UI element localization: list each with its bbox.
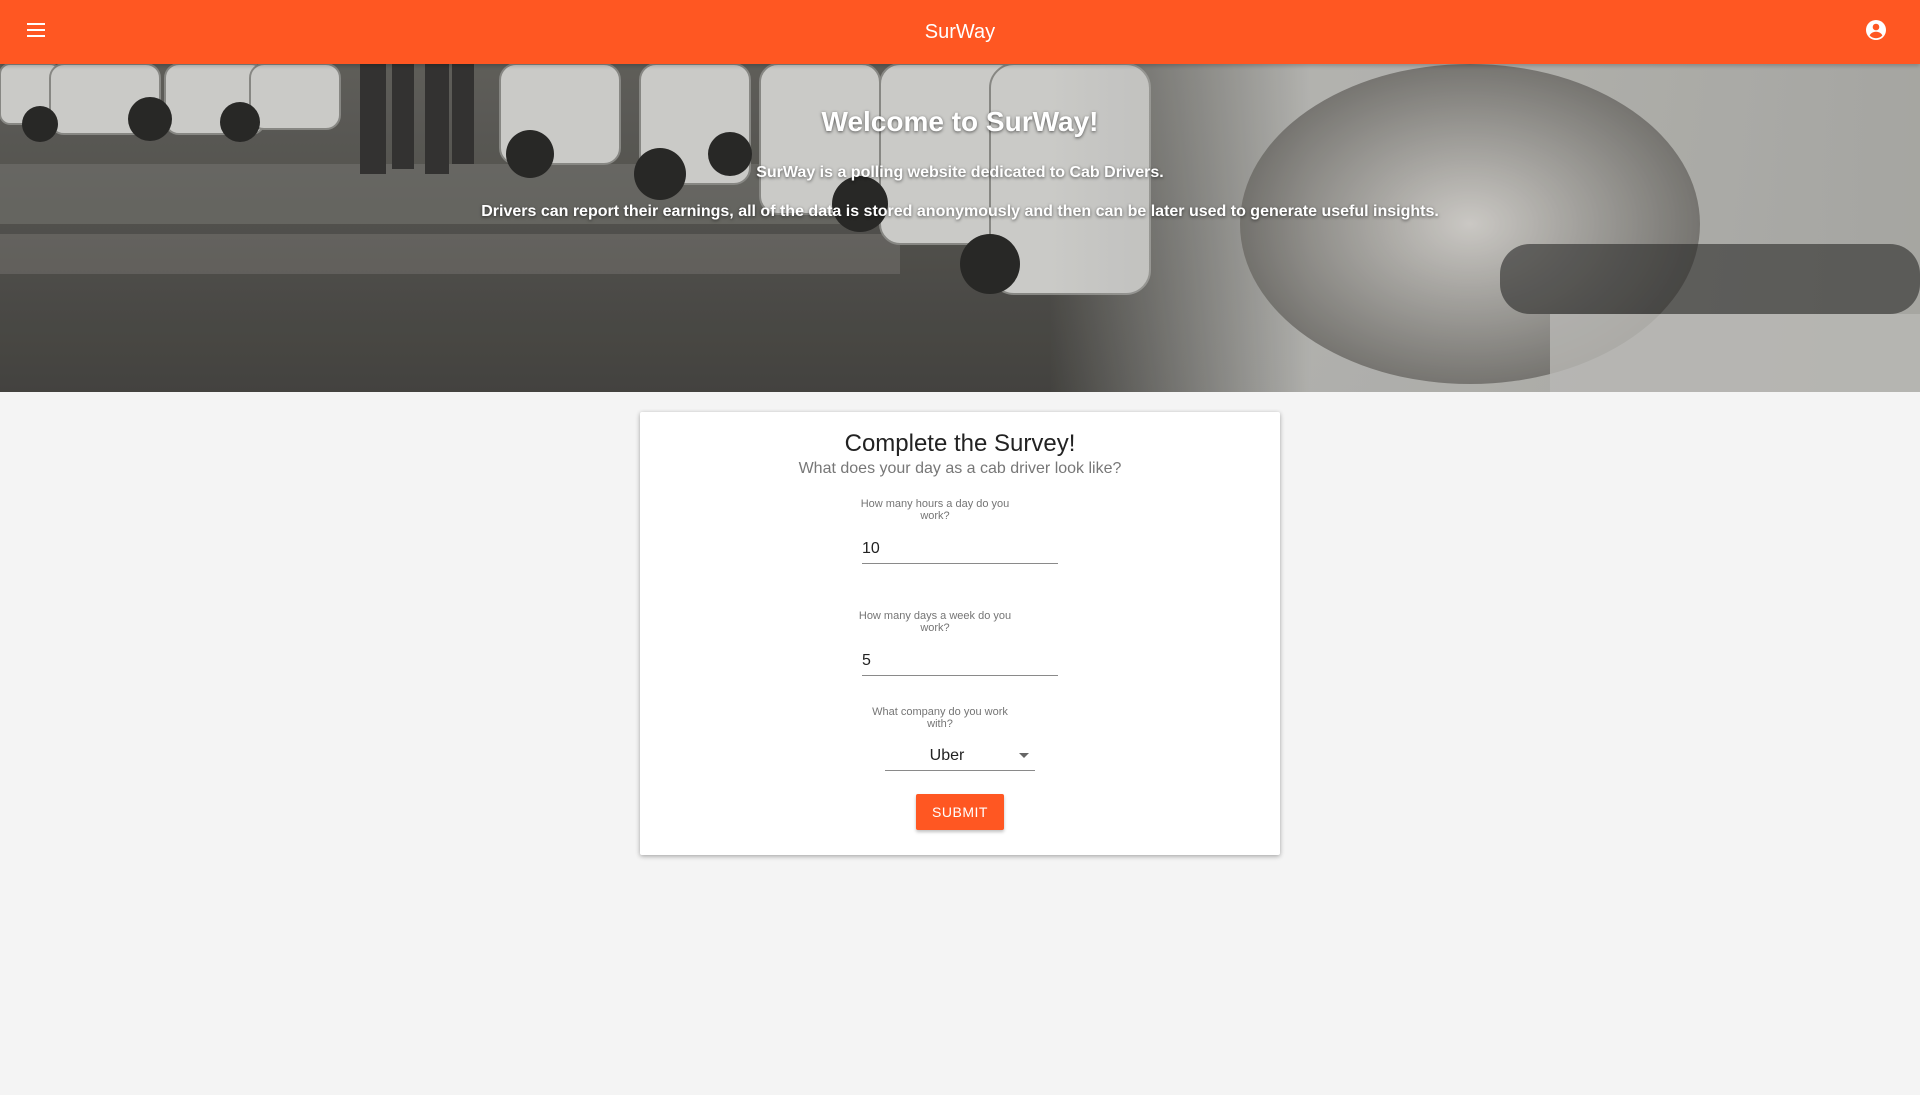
company-select[interactable]: Uber	[885, 742, 1035, 771]
app-title: SurWay	[924, 21, 996, 43]
account-circle-icon	[1864, 18, 1888, 47]
company-field-label: What company do you work with?	[872, 706, 1008, 730]
hero-banner: Welcome to SurWay! SurWay is a polling w…	[0, 64, 1920, 392]
company-select-value: Uber	[929, 747, 965, 764]
account-button[interactable]	[1856, 12, 1896, 52]
hours-field-label: How many hours a day do you work?	[860, 498, 1010, 522]
hero-description-detail: Drivers can report their earnings, all o…	[481, 203, 1439, 220]
survey-subtitle: What does your day as a cab driver look …	[798, 460, 1122, 477]
app-bar: SurWay	[0, 0, 1920, 64]
days-per-week-input[interactable]	[862, 647, 1058, 676]
dropdown-arrow-icon	[1019, 753, 1029, 758]
submit-button[interactable]: SUBMIT	[916, 794, 1004, 830]
hero-description: SurWay is a polling website dedicated to…	[756, 164, 1164, 181]
welcome-heading: Welcome to SurWay!	[821, 106, 1099, 137]
hours-per-day-input[interactable]	[862, 535, 1058, 564]
days-field-label: How many days a week do you work?	[858, 610, 1012, 634]
survey-title: Complete the Survey!	[844, 430, 1076, 457]
survey-card: Complete the Survey! What does your day …	[640, 412, 1280, 855]
